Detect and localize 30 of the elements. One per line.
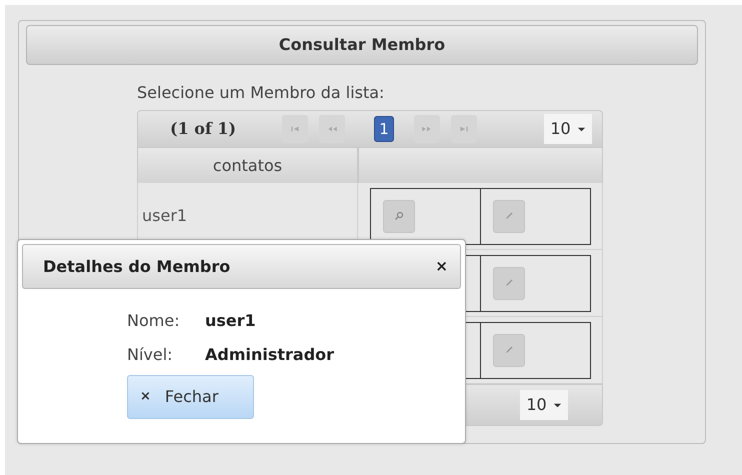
edit-button[interactable] [493,266,525,300]
close-dialog-button[interactable]: × Fechar [127,375,254,419]
search-button[interactable] [383,200,415,232]
caret-icon [576,124,586,134]
field-value: Administrador [205,344,334,366]
page-nav-button[interactable] [282,115,308,143]
column-header: contatos [137,148,358,183]
edit-button[interactable] [493,200,525,232]
panel-title: Consultar Membro [26,25,698,65]
page-nav-button[interactable] [319,115,345,143]
page-number[interactable]: 1 [374,116,394,142]
pencil-icon [504,345,514,355]
search-icon [394,211,404,221]
field-label: Nome: [127,310,181,332]
rows-per-page-dropdown[interactable]: 10 [520,390,568,420]
close-button[interactable]: × [435,255,448,278]
close-icon: × [140,387,151,407]
table-cell-text: user1 [142,205,188,227]
dialog-title: Detalhes do Membro [43,256,230,278]
rows-per-page-dropdown[interactable]: 10 [544,114,592,144]
caret-icon [552,400,562,410]
page-report: (1 of 1) [170,118,238,140]
page-nav-button[interactable] [451,115,477,143]
field-label: Nível: [127,344,174,366]
pencil-icon [504,278,514,288]
page-nav-button[interactable] [414,115,440,143]
pencil-icon [504,211,514,221]
field-value: user1 [205,310,256,332]
edit-button[interactable] [493,334,525,366]
instruction-text: Selecione um Membro da lista: [137,83,384,103]
